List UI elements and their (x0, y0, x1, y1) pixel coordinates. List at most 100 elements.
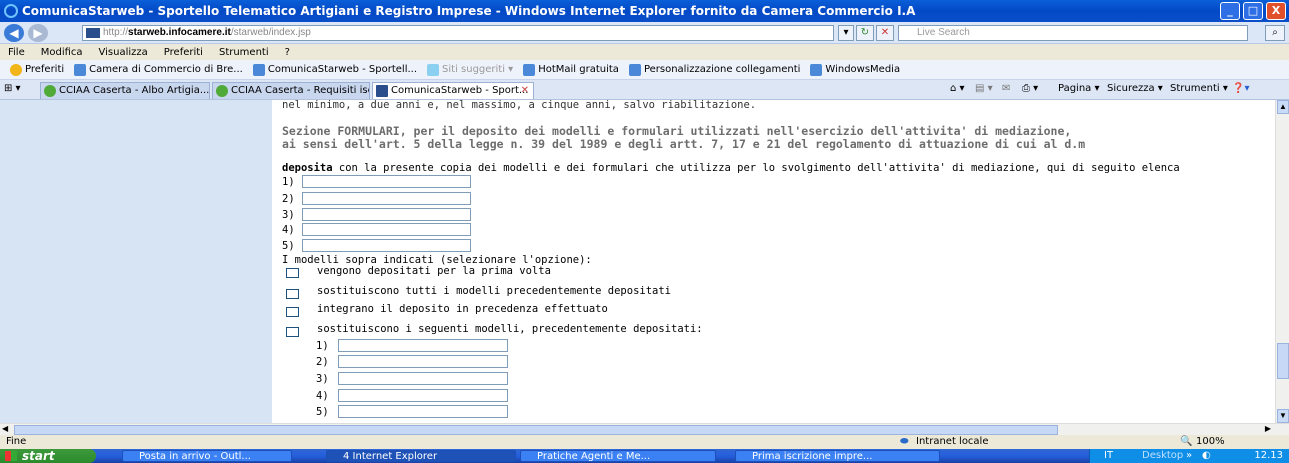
menu-modifica[interactable]: Modifica (41, 47, 83, 58)
scroll-thumb[interactable] (1277, 343, 1289, 379)
replaced-model-input-2[interactable] (338, 355, 508, 368)
search-icon[interactable]: ⌕ (1265, 25, 1285, 41)
form-area: nel minimo, a due anni e, nel massimo, a… (272, 100, 1275, 423)
url-host: starweb.infocamere.it (128, 27, 231, 38)
option-label: vengono depositati per la prima volta (317, 265, 551, 277)
home-icon[interactable]: ⌂ ▾ (950, 83, 965, 94)
fav-windowsmedia[interactable]: WindowsMedia (810, 63, 901, 76)
deposita-rest: con la presente copia dei modelli e dei … (332, 162, 1180, 174)
tab-comunicastarweb[interactable]: ComunicaStarweb - Sport... ✕ (372, 82, 534, 99)
mail-icon[interactable]: ✉ (1002, 83, 1010, 94)
fav-personalizzazione[interactable]: Personalizzazione collegamenti (628, 63, 800, 76)
menu-file[interactable]: File (8, 47, 25, 58)
maximize-button[interactable]: □ (1243, 2, 1263, 20)
favorites-button[interactable]: Preferiti (10, 63, 64, 76)
deposita-text: deposita con la presente copia dei model… (282, 162, 1180, 174)
model-input-3[interactable] (302, 208, 471, 221)
scroll-up-icon[interactable]: ▲ (1277, 100, 1289, 114)
sub-item-label: 4) (316, 390, 329, 402)
taskbar-label: Posta in arrivo - Outl... (139, 451, 251, 462)
scroll-down-icon[interactable]: ▼ (1277, 409, 1289, 423)
fav-camera-commercio[interactable]: Camera di Commercio di Bre... (74, 63, 243, 76)
hscroll-thumb[interactable] (14, 425, 1058, 435)
start-button[interactable]: start (0, 449, 96, 463)
horizontal-scrollbar[interactable]: ◀ ▶ (0, 423, 1289, 435)
search-input[interactable]: Live Search (898, 25, 1248, 41)
item-label: 3) (282, 209, 295, 221)
menu-help[interactable]: ? (285, 47, 290, 58)
option-sostituiscono-seguenti-checkbox[interactable] (286, 327, 299, 337)
security-menu[interactable]: Sicurezza ▾ (1107, 83, 1163, 94)
help-icon[interactable]: ❓▾ (1232, 83, 1249, 94)
refresh-icon[interactable]: ↻ (856, 25, 874, 41)
star-icon (10, 63, 22, 76)
model-input-2[interactable] (302, 192, 471, 205)
model-input-5[interactable] (302, 239, 471, 252)
site-favicon-icon (86, 28, 100, 38)
windows-logo-icon (5, 451, 17, 461)
desktop-toolbar[interactable]: Desktop (1142, 449, 1183, 463)
fav-siti-suggeriti[interactable]: Siti suggeriti ▾ (427, 63, 513, 76)
address-bar: ◀ ▶ http://starweb.infocamere.it/starweb… (0, 22, 1289, 44)
sub-item-label: 5) (316, 406, 329, 418)
url-dropdown-icon[interactable]: ▾ (838, 25, 854, 41)
zoom-level[interactable]: 100% (1196, 435, 1225, 449)
ie-page-icon (628, 63, 641, 76)
model-input-1[interactable] (302, 175, 471, 188)
replaced-model-input-1[interactable] (338, 339, 508, 352)
status-text: Fine (6, 436, 27, 447)
page-menu[interactable]: Pagina ▾ (1058, 83, 1100, 94)
taskbar-outlook[interactable]: Posta in arrivo - Outl... (122, 450, 292, 462)
replaced-model-input-5[interactable] (338, 405, 508, 418)
tab-requisiti[interactable]: CCIAA Caserta - Requisiti isc... (212, 82, 370, 99)
fav-comunicastarweb[interactable]: ComunicaStarweb - Sportell... (252, 63, 417, 76)
language-indicator[interactable]: IT (1104, 449, 1113, 463)
taskbar-pratiche[interactable]: Pratiche Agenti e Me... (520, 450, 716, 462)
back-button[interactable]: ◀ (4, 23, 24, 42)
replaced-model-input-3[interactable] (338, 372, 508, 385)
model-input-4[interactable] (302, 223, 471, 236)
favorites-bar: Preferiti Camera di Commercio di Bre... … (0, 60, 1289, 80)
scroll-right-icon[interactable]: ▶ (1265, 424, 1271, 433)
tab-albo-artigiani[interactable]: CCIAA Caserta - Albo Artigia... (40, 82, 210, 99)
feeds-icon[interactable]: ▤ ▾ (975, 83, 993, 94)
url-input[interactable]: http://starweb.infocamere.it/starweb/ind… (82, 25, 834, 41)
ie-window: ComunicaStarweb - Sportello Telematico A… (0, 0, 1289, 463)
vertical-scrollbar[interactable]: ▲ ▼ (1275, 100, 1289, 423)
item-label: 1) (282, 176, 295, 188)
sub-item-label: 1) (316, 340, 329, 352)
tray-expand-icon[interactable]: » (1186, 449, 1192, 463)
fav-hotmail[interactable]: HotMail gratuita (523, 63, 619, 76)
taskbar: start Posta in arrivo - Outl... 4 Intern… (0, 449, 1289, 463)
close-button[interactable]: X (1266, 2, 1286, 20)
menu-strumenti[interactable]: Strumenti (219, 47, 269, 58)
option-sostituiscono-tutti-checkbox[interactable] (286, 289, 299, 299)
close-tab-icon[interactable]: ✕ (521, 83, 529, 99)
tab-label: CCIAA Caserta - Albo Artigia... (59, 85, 210, 96)
scroll-left-icon[interactable]: ◀ (2, 424, 8, 433)
ie-page-icon (74, 63, 87, 76)
tools-menu[interactable]: Strumenti ▾ (1170, 83, 1228, 94)
suggested-sites-icon (427, 63, 440, 76)
replaced-model-input-4[interactable] (338, 389, 508, 402)
stop-icon[interactable]: ✕ (876, 25, 894, 41)
print-icon[interactable]: ⎙ ▾ (1022, 83, 1038, 94)
deposita-bold: deposita (282, 162, 333, 174)
option-integrano-checkbox[interactable] (286, 307, 299, 317)
section-title-line2: ai sensi dell'art. 5 della legge n. 39 d… (282, 137, 1086, 151)
menu-visualizza[interactable]: Visualizza (99, 47, 148, 58)
menu-preferiti[interactable]: Preferiti (164, 47, 203, 58)
fav-label: Camera di Commercio di Bre... (89, 64, 243, 75)
ie-tab-icon (44, 85, 56, 97)
minimize-button[interactable]: _ (1220, 2, 1240, 20)
starweb-icon (376, 85, 388, 97)
taskbar-internet-explorer[interactable]: 4 Internet Explorer (326, 450, 516, 462)
quick-tabs-icon[interactable]: ⊞ ▾ (4, 83, 21, 94)
forward-button[interactable]: ▶ (28, 23, 48, 42)
zoom-icon[interactable]: 🔍 (1180, 435, 1192, 449)
starweb-icon (252, 63, 265, 76)
item-label: 2) (282, 193, 295, 205)
fav-label: WindowsMedia (825, 64, 901, 75)
taskbar-prima-iscrizione[interactable]: Prima iscrizione impre... (735, 450, 940, 462)
option-prima-volta-checkbox[interactable] (286, 268, 299, 278)
